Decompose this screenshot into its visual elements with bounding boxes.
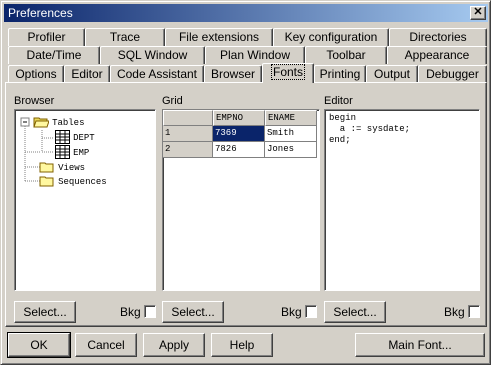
help-button[interactable]: Help [211,333,273,357]
tab-key-configuration[interactable]: Key configuration [273,28,389,46]
tab-editor[interactable]: Editor [64,65,110,83]
editor-bkg-checkbox[interactable] [468,305,480,318]
grid-select-button[interactable]: Select... [162,301,224,323]
table-icon [55,145,70,160]
title-bar: Preferences ✕ [4,4,488,22]
grid-cell[interactable]: 7826 [213,142,265,158]
tab-debugger[interactable]: Debugger [418,65,487,83]
tab-trace[interactable]: Trace [85,28,165,46]
grid-row-number[interactable]: 2 [163,142,213,158]
grid-cell-selected[interactable]: 7369 [213,126,265,142]
grid-label: Grid [162,95,183,107]
tab-options[interactable]: Options [8,65,64,83]
grid-cell[interactable]: Smith [265,126,317,142]
grid-column-header[interactable]: ENAME [265,110,317,126]
tab-output[interactable]: Output [366,65,418,83]
editor-line: a := sysdate; [329,124,411,134]
grid-preview[interactable]: EMPNO ENAME 1 7369 Smith 2 7826 Jones [162,109,320,291]
ok-button[interactable]: OK [7,332,71,358]
editor-line: begin [329,113,357,123]
browser-bkg-checkbox[interactable] [144,305,156,318]
tab-browser[interactable]: Browser [204,65,262,83]
tree-node-dept[interactable]: DEPT [55,130,95,145]
tab-directories[interactable]: Directories [389,28,487,46]
main-font-button[interactable]: Main Font... [355,333,485,357]
tab-appearance[interactable]: Appearance [387,46,487,64]
tab-sql-window[interactable]: SQL Window [100,46,205,64]
browser-preview[interactable]: Tables DEPT EMP Views Sequences [14,109,156,291]
open-folder-icon [33,117,49,128]
grid-bkg-label: Bkg [281,305,302,319]
grid-bkg-checkbox[interactable] [305,305,317,318]
tree-node-emp[interactable]: EMP [55,145,89,160]
tree-node-sequences[interactable]: Sequences [39,174,107,188]
grid-cell[interactable]: Jones [265,142,317,158]
close-icon: ✕ [473,6,483,18]
cancel-button[interactable]: Cancel [75,333,137,357]
window-title: Preferences [8,6,73,20]
editor-preview[interactable]: begin a := sysdate; end; [324,109,480,291]
tab-printing[interactable]: Printing [314,65,366,83]
tab-plan-window[interactable]: Plan Window [205,46,305,64]
browser-select-button[interactable]: Select... [14,301,76,323]
tab-fonts[interactable]: Fonts [262,63,314,83]
tab-code-assistant[interactable]: Code Assistant [110,65,204,83]
editor-select-button[interactable]: Select... [324,301,386,323]
editor-bkg-label: Bkg [444,305,465,319]
tab-toolbar[interactable]: Toolbar [305,46,387,64]
grid-column-header[interactable]: EMPNO [213,110,265,126]
close-button[interactable]: ✕ [470,6,486,20]
tab-date-time[interactable]: Date/Time [8,46,100,64]
browser-label: Browser [14,95,55,107]
grid-row-number[interactable]: 1 [163,126,213,142]
grid-corner [163,110,213,126]
editor-line: end; [329,135,351,145]
tree-node-tables[interactable]: Tables [33,115,84,129]
tab-file-extensions[interactable]: File extensions [165,28,273,46]
preferences-window: Preferences ✕ Profiler Trace File extens… [0,0,491,365]
fonts-panel: Browser Tables DEPT EMP Views Sequences … [5,82,487,327]
tab-profiler[interactable]: Profiler [8,28,85,46]
editor-label: Editor [324,95,353,107]
browser-bkg-label: Bkg [120,305,141,319]
folder-icon [39,162,54,173]
folder-icon [39,176,54,187]
table-icon [55,130,70,145]
tree-node-views[interactable]: Views [39,160,85,174]
apply-button[interactable]: Apply [143,333,205,357]
